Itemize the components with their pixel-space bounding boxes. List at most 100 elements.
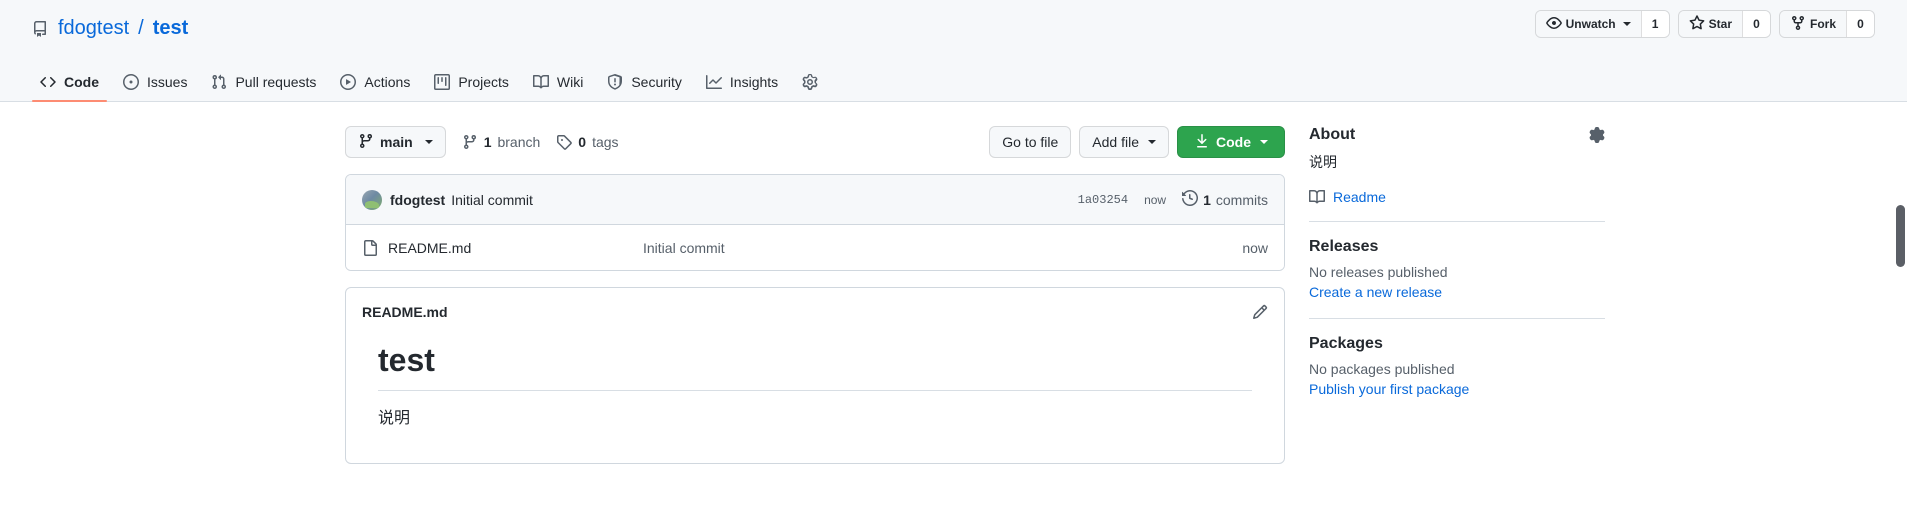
packages-section: Packages No packages published Publish y… [1309,335,1605,399]
tab-issues[interactable]: Issues [115,66,195,101]
star-button[interactable]: Star [1678,11,1742,37]
branches-count: 1 [483,134,492,150]
gear-icon [802,74,818,90]
commits-label: commits [1215,191,1268,208]
file-navigation-bar: main 1 branch 0 tags Go to file Add file… [345,126,1285,158]
commits-count: 1 [1203,191,1211,208]
file-commit-age: now [1242,239,1268,256]
add-file-button[interactable]: Add file [1079,126,1169,158]
packages-empty-note: No packages published [1309,361,1455,377]
tags-label: tags [592,134,619,150]
pencil-icon[interactable] [1252,304,1268,320]
page-scrollbar[interactable] [1893,0,1907,509]
commit-message-link[interactable]: Initial commit [451,192,533,208]
repository-header: fdogtest / test Unwatch 1 Star 0 Fork 0 … [0,0,1907,102]
publish-package-link[interactable]: Publish your first package [1309,381,1469,397]
file-commit-message[interactable]: Initial commit [643,240,1242,256]
sidebar: About 说明 Readme Releases No releases pub… [1309,126,1605,464]
star-icon [1689,14,1705,34]
gear-icon[interactable] [1589,127,1605,143]
repository-header-actions: Unwatch 1 Star 0 Fork 0 [1534,10,1875,38]
tab-projects[interactable]: Projects [426,66,517,101]
fork-label: Fork [1809,17,1836,31]
tab-pull-requests[interactable]: Pull requests [203,66,324,101]
download-icon [1194,133,1210,152]
graph-icon [705,74,722,90]
latest-commit-meta: 1a03254 now 1 commits [1078,189,1268,209]
fork-button[interactable]: Fork [1779,11,1846,37]
commits-count-link[interactable]: 1 commits [1182,189,1268,209]
create-release-link[interactable]: Create a new release [1309,284,1442,300]
file-list-container: fdogtest Initial commit 1a03254 now 1 co… [345,174,1285,271]
tab-pull-requests-label: Pull requests [235,74,317,90]
unwatch-label: Unwatch [1565,17,1616,31]
releases-title: Releases [1309,238,1379,255]
branch-name-label: main [380,134,413,150]
file-name-link[interactable]: README.md [388,240,643,256]
go-to-file-button[interactable]: Go to file [989,126,1072,158]
code-icon [40,74,56,90]
book-icon [532,74,549,90]
file-navigation-actions: Go to file Add file Code [989,126,1285,158]
readme-heading: test [378,340,1252,391]
readme-header: README.md [346,288,1284,320]
tab-actions-label: Actions [364,74,411,90]
fork-button-group: Fork 0 [1778,10,1875,38]
packages-header: Packages [1309,335,1605,353]
stargazers-count[interactable]: 0 [1741,11,1770,37]
watchers-count[interactable]: 1 [1640,11,1669,37]
repo-name-link[interactable]: test [153,16,189,41]
tab-projects-label: Projects [458,74,509,90]
tab-insights-label: Insights [729,74,779,90]
about-section: About 说明 Readme [1309,126,1605,222]
project-icon [434,74,451,90]
divider [1309,318,1605,319]
unwatch-button[interactable]: Unwatch [1535,11,1641,37]
about-description: 说明 [1309,154,1337,170]
forks-count[interactable]: 0 [1846,11,1874,37]
tab-insights[interactable]: Insights [698,66,786,101]
tab-wiki[interactable]: Wiki [525,66,591,101]
releases-section: Releases No releases published Create a … [1309,238,1605,319]
tab-code[interactable]: Code [32,66,107,102]
branches-label: branch [497,134,541,150]
main-content-column: main 1 branch 0 tags Go to file Add file… [345,126,1285,464]
commit-timestamp: now [1144,192,1167,207]
book-icon [1309,189,1325,205]
breadcrumb-separator: / [138,17,144,39]
table-row: README.md Initial commit now [346,225,1284,270]
tab-code-label: Code [64,74,99,90]
star-button-group: Star 0 [1677,10,1771,38]
readme-link[interactable]: Readme [1309,189,1605,205]
branches-link[interactable]: 1 branch [462,134,541,150]
tab-wiki-label: Wiki [556,74,584,90]
tab-security[interactable]: Security [599,66,690,101]
readme-container: README.md test 说明 [345,287,1285,464]
branch-selector-button[interactable]: main [345,126,446,158]
commit-author-link[interactable]: fdogtest [390,192,445,208]
tab-settings[interactable] [794,66,834,101]
repository-page: fdogtest / test Unwatch 1 Star 0 Fork 0 … [0,0,1907,509]
tags-link[interactable]: 0 tags [556,134,619,150]
tab-actions[interactable]: Actions [332,66,418,101]
scrollbar-thumb[interactable] [1896,205,1905,267]
repo-icon [32,20,48,37]
chevron-down-icon [424,140,433,144]
file-icon [362,239,378,256]
commit-sha[interactable]: 1a03254 [1078,193,1128,207]
watch-button-group: Unwatch 1 [1534,10,1670,38]
repo-owner-link[interactable]: fdogtest [58,16,129,41]
releases-empty-note: No releases published [1309,264,1448,280]
repository-body: main 1 branch 0 tags Go to file Add file… [0,102,1907,464]
chevron-down-icon [1260,140,1268,144]
avatar[interactable] [362,189,382,210]
add-file-label: Add file [1092,134,1139,150]
git-branch-icon [462,134,478,150]
tab-issues-label: Issues [147,74,188,90]
tags-count: 0 [578,134,587,150]
repository-nav: Code Issues Pull requests Actions Projec… [32,66,834,102]
code-button[interactable]: Code [1177,126,1285,158]
fork-icon [1790,15,1806,34]
readme-title: README.md [362,304,448,320]
chevron-down-icon [1148,140,1156,144]
